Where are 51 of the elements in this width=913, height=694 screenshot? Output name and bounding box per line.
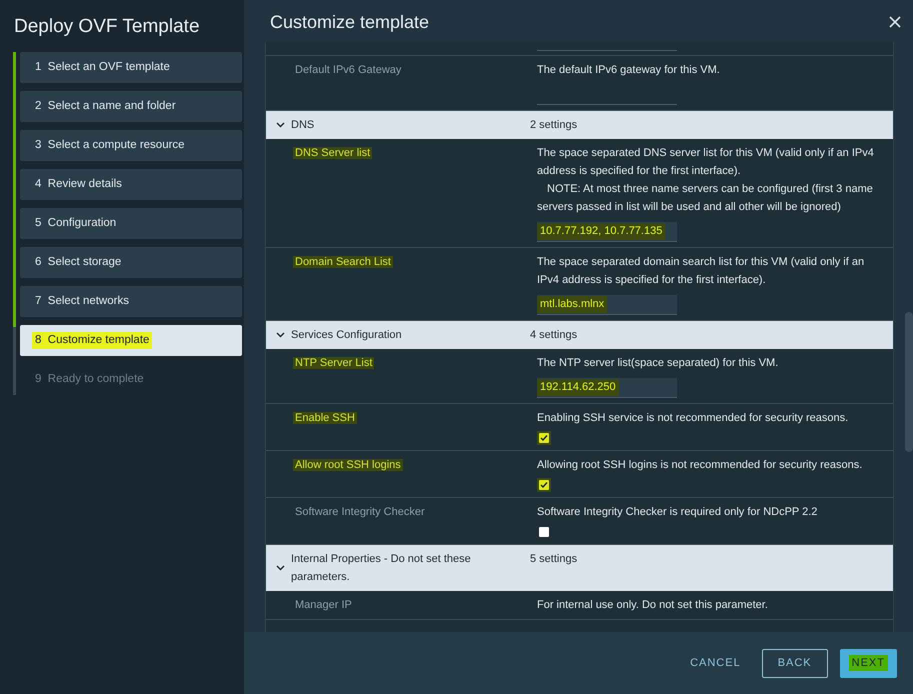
cancel-button[interactable]: CANCEL — [681, 648, 750, 678]
checkbox[interactable] — [539, 433, 549, 443]
setting-note: NOTE: At most three name servers can be configured (first 3 name servers passed in list will be used and all other will be ignored) — [537, 182, 874, 215]
group-label: DNS — [291, 118, 316, 133]
setting-description: Enabling SSH service is not recommended for security reasons. — [537, 411, 850, 426]
chevron-icon[interactable] — [276, 332, 285, 338]
group-label: Services Configuration — [291, 328, 403, 343]
scrollbar-thumb[interactable] — [905, 312, 913, 452]
chevron-icon[interactable] — [276, 565, 285, 571]
dialog-title: Deploy OVF Template — [13, 15, 201, 39]
setting-description: For internal use only. Do not set this parameter. — [537, 598, 769, 613]
setting-label: Default IPv6 Gateway — [294, 64, 402, 76]
wizard-step[interactable]: 3 Select a compute resource — [20, 130, 242, 161]
group-header[interactable]: DNS 2 settings — [266, 111, 893, 139]
panel-title: Customize template — [270, 10, 430, 34]
wizard-step[interactable]: 7 Select networks — [20, 286, 242, 317]
setting-description: The default IPv6 gateway for this VM. — [537, 63, 721, 78]
wizard-step[interactable]: 8 Customize template — [20, 325, 242, 356]
setting-label: Software Integrity Checker — [294, 506, 426, 518]
settings-count: 5 settings — [530, 552, 578, 567]
group-label: Internal Properties - Do not set these parameters. — [291, 552, 472, 585]
close-icon[interactable] — [889, 16, 901, 28]
wizard-step[interactable]: 5 Configuration — [20, 208, 242, 239]
setting-label: Manager IP — [294, 599, 353, 611]
setting-label: Allow root SSH logins — [293, 459, 403, 471]
settings-count: 2 settings — [530, 118, 578, 133]
group-header[interactable]: Services Configuration 4 settings — [266, 321, 893, 349]
setting-label: Enable SSH — [293, 412, 357, 424]
setting-description: Allowing root SSH logins is not recommended for security reasons. — [537, 458, 864, 473]
setting-label: Domain Search List — [293, 256, 393, 268]
wizard-step[interactable]: 9 Ready to complete — [20, 364, 242, 395]
setting-label: NTP Server List — [293, 357, 374, 369]
wizard-step[interactable]: 4 Review details — [20, 169, 242, 200]
input-field[interactable]: 192.114.62.250 — [537, 378, 677, 398]
wizard-step[interactable]: 6 Select storage — [20, 247, 242, 278]
setting-label: DNS Server list — [293, 147, 372, 159]
checkbox[interactable] — [539, 480, 549, 490]
setting-description: The space separated DNS server list for this VM (valid only if an IPv4 address is specified for the first interface). — [537, 146, 875, 179]
wizard-step[interactable]: 1 Select an OVF template — [20, 52, 242, 83]
next-button[interactable]: NEXT — [840, 648, 897, 678]
wizard-step[interactable]: 2 Select a name and folder — [20, 91, 242, 122]
setting-description: Software Integrity Checker is required only for NDcPP 2.2 — [537, 505, 818, 520]
input-field[interactable]: 10.7.77.192, 10.7.77.135 — [537, 222, 677, 242]
checkbox[interactable] — [539, 527, 549, 537]
setting-description: The NTP server list(space separated) for this VM. — [537, 356, 780, 371]
group-header[interactable]: Internal Properties - Do not set these parameters. 5 settings — [266, 545, 893, 591]
input-field[interactable]: mtl.labs.mlnx — [537, 295, 677, 315]
settings-count: 4 settings — [530, 328, 578, 343]
chevron-icon[interactable] — [276, 122, 285, 128]
setting-description: The space separated domain search list for this VM (valid only if an IPv4 address is specified for the first interface). — [537, 255, 866, 288]
back-button[interactable]: BACK — [762, 648, 828, 678]
